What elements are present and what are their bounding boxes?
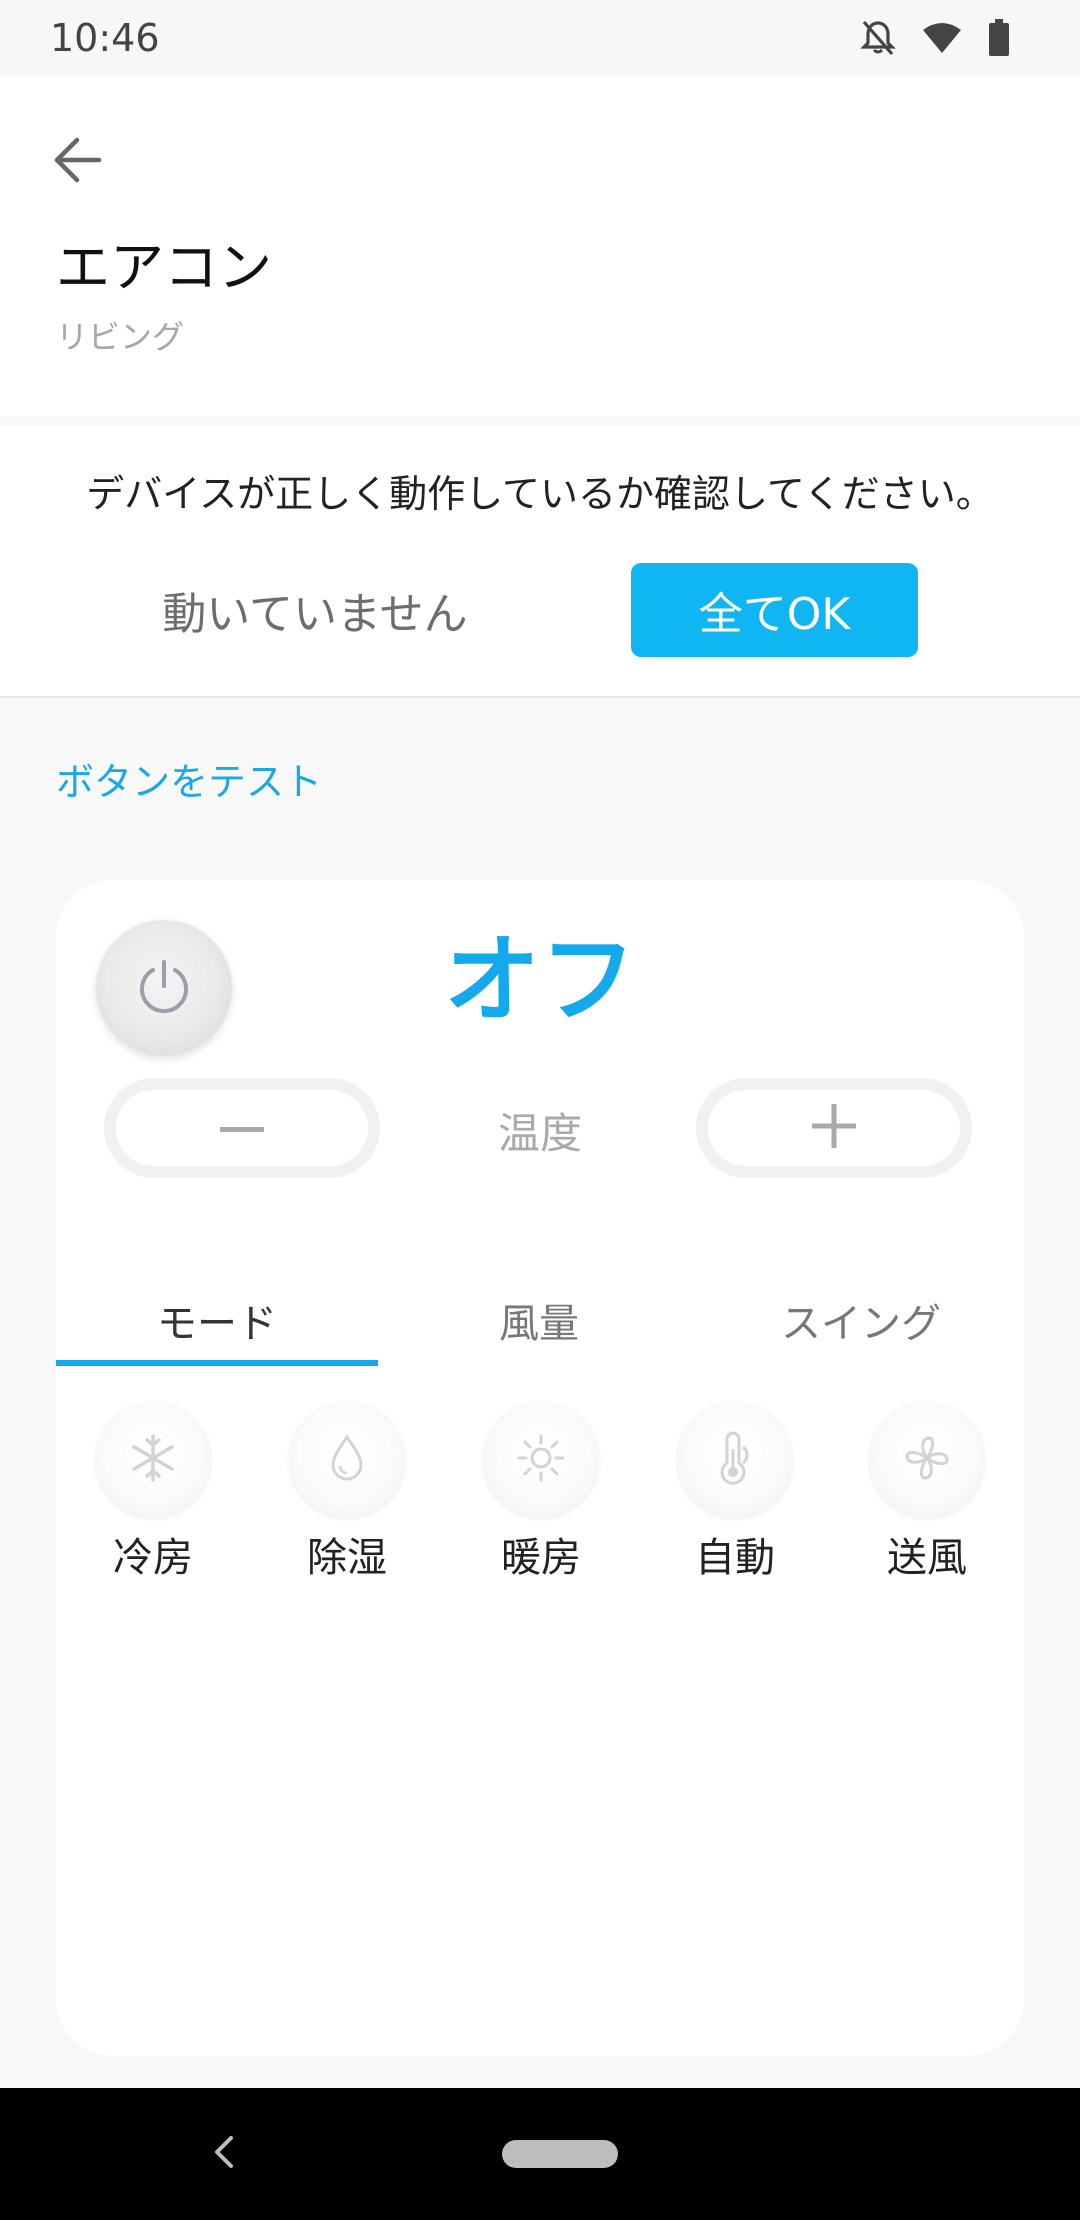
mode-heat-label: 暖房 <box>501 1535 581 1581</box>
system-nav-bar <box>0 2088 1080 2220</box>
mode-auto-label: 自動 <box>695 1535 775 1581</box>
tab-mode[interactable]: モード <box>56 1280 378 1360</box>
fan-icon <box>901 1432 953 1488</box>
mode-dry-label: 除湿 <box>307 1535 387 1581</box>
thermometer-icon <box>713 1431 757 1489</box>
mode-fan-circle <box>869 1402 985 1518</box>
droplet-icon <box>327 1433 367 1487</box>
status-icons <box>860 14 1010 62</box>
tab-fan-speed[interactable]: 風量 <box>378 1280 700 1360</box>
mode-fan-button[interactable]: 送風 <box>830 1402 1024 1592</box>
back-button[interactable] <box>40 124 116 200</box>
home-pill-icon[interactable] <box>502 2140 618 2168</box>
battery-icon <box>988 19 1010 57</box>
nav-back-button[interactable] <box>212 2114 236 2194</box>
mode-heat-circle <box>483 1402 599 1518</box>
snowflake-icon <box>127 1432 179 1488</box>
all-ok-button[interactable]: 全てOK <box>631 563 918 657</box>
mode-cool-button[interactable]: 冷房 <box>56 1402 250 1592</box>
confirm-section: デバイスが正しく動作しているか確認してください。 動いていません 全てOK <box>0 426 1080 698</box>
nav-back-icon <box>212 2132 236 2176</box>
tab-indicator <box>56 1360 378 1366</box>
notifications-off-icon <box>860 19 896 57</box>
remote-card: オフ 温度 モード 風量 スイング 冷房 除湿 暖房 自動 送風 <box>56 880 1024 2056</box>
sun-icon <box>515 1432 567 1488</box>
mode-cool-circle <box>95 1402 211 1518</box>
tab-swing[interactable]: スイング <box>700 1280 1022 1360</box>
power-state-label: オフ <box>444 924 636 1036</box>
confirm-message: デバイスが正しく動作しているか確認してください。 <box>86 472 994 516</box>
mode-auto-button[interactable]: 自動 <box>638 1402 832 1592</box>
status-time: 10:46 <box>50 16 160 60</box>
mode-cool-label: 冷房 <box>113 1535 193 1581</box>
test-buttons-label: ボタンをテスト <box>56 760 323 804</box>
arrow-left-icon <box>53 137 103 187</box>
not-working-button[interactable]: 動いていません <box>120 563 510 657</box>
temp-up-button[interactable] <box>696 1078 972 1178</box>
status-bar: 10:46 <box>0 0 1080 76</box>
mode-dry-button[interactable]: 除湿 <box>250 1402 444 1592</box>
mode-heat-button[interactable]: 暖房 <box>444 1402 638 1592</box>
header: エアコン リビング <box>0 76 1080 416</box>
room-subtitle: リビング <box>56 318 185 356</box>
wifi-icon <box>922 21 962 55</box>
page-title: エアコン <box>56 236 272 299</box>
plus-icon <box>812 1104 856 1152</box>
mode-auto-circle <box>677 1402 793 1518</box>
mode-fan-label: 送風 <box>887 1535 967 1581</box>
mode-dry-circle <box>289 1402 405 1518</box>
